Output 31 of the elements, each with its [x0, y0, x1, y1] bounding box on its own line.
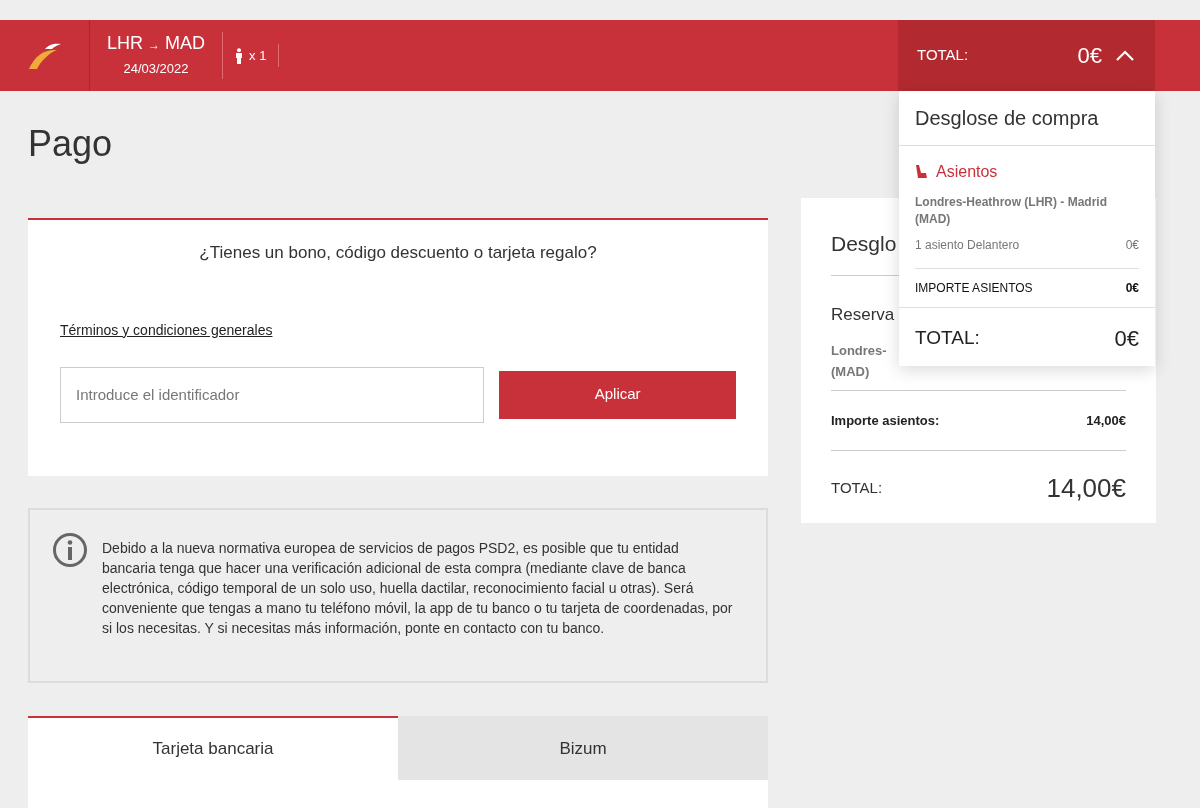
summary-route: Londres- (MAD): [831, 341, 888, 381]
seats-label: Importe asientos:: [831, 411, 940, 430]
notice-text: Debido a la nueva normativa europea de servicios de pagos PSD2, es posible que tu entidad bancaria tenga que hacer una verificación adicional de esta compra (mediante clave de banca electrónica, código temporal de un solo uso, huella dactilar, reconocimiento facial u otras). Será conveniente que tengas a mano tu teléfono móvil, la app de tu banco o tu tarjeta de coordenadas, por si los necesitas. Y si necesitas más información, ponte en contacto con tu banco.: [102, 539, 734, 638]
seats-value: 14,00€: [1086, 411, 1126, 430]
seat-item: 1 asiento Delantero: [915, 237, 1020, 254]
payment-tab[interactable]: Tarjeta bancaria: [28, 716, 398, 780]
passenger-count: x 1: [249, 46, 267, 65]
payment-tab[interactable]: Bizum: [398, 716, 768, 780]
subtotal-label: IMPORTE ASIENTOS: [915, 280, 1033, 297]
seat-price: 0€: [1125, 237, 1139, 254]
flight-date: 24/03/2022: [123, 60, 189, 79]
dropdown-route: Londres-Heathrow (LHR) - Madrid (MAD): [915, 194, 1108, 228]
subtotal-value: 0€: [1125, 280, 1139, 297]
summary-title: Desglo: [831, 231, 897, 257]
code-input[interactable]: Introduce el identificador: [60, 366, 485, 423]
terms-link[interactable]: Términos y condiciones generales: [60, 319, 273, 341]
route-text: LHR → MAD: [107, 32, 205, 56]
person-icon: [235, 47, 243, 64]
summary-section: Reserva: [831, 302, 895, 328]
info-icon: [52, 532, 88, 568]
dropdown-title: Desglose de compra: [899, 91, 1155, 146]
apply-button[interactable]: Aplicar: [499, 370, 736, 419]
total-value: 14,00€: [1046, 472, 1126, 505]
total-label: TOTAL:: [831, 478, 883, 499]
voucher-question: ¿Tienes un bono, código descuento o tarjeta regalo?: [198, 242, 598, 264]
dropdown-total-label: TOTAL:: [915, 326, 980, 351]
total-toggle[interactable]: TOTAL: 0€: [898, 20, 1155, 91]
seat-icon: [915, 164, 928, 180]
page-title: Pago: [28, 122, 114, 166]
dropdown-total-value: 0€: [1114, 325, 1139, 353]
dropdown-category: Asientos: [936, 162, 998, 182]
